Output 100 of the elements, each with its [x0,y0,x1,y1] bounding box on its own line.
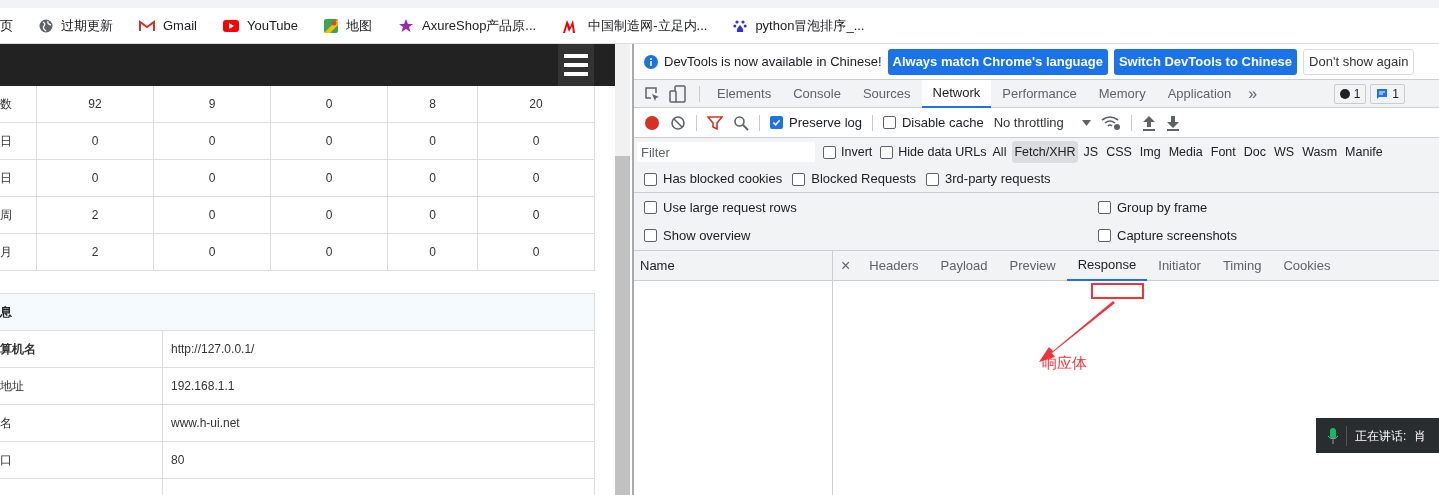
highlight-frame [1091,283,1144,299]
table-cell: 0 [478,197,595,233]
table-cell-text: 80 [170,452,185,469]
more-tabs-button[interactable]: » [1242,81,1264,106]
table-cell: 20 [478,86,595,122]
record-icon[interactable] [644,114,660,131]
devtools-tab[interactable]: Console [782,79,852,108]
type-filter[interactable]: Media [1166,141,1205,163]
type-filter[interactable]: WS [1272,141,1297,163]
checkbox-label: Use large request rows [663,198,797,217]
table-cell-text: 192.168.1.1 [170,378,235,395]
table-cell: 9 [154,86,271,122]
checkbox[interactable] [792,172,806,186]
table-cell: 0 [154,160,271,196]
filter-field[interactable]: Filter [637,142,815,162]
device-icon[interactable] [669,84,687,103]
devtools-tab[interactable]: Network [921,79,992,108]
type-filter[interactable]: Wasm [1300,141,1340,163]
caret-icon [1081,119,1091,126]
speaker-name: 肖 [1414,427,1427,445]
filter-icon[interactable] [707,114,723,131]
type-filter[interactable]: Doc [1241,141,1268,163]
type-filter[interactable]: Manife [1343,141,1385,163]
menu-icon[interactable] [558,44,594,86]
throttling-dropdown[interactable]: No throttling [993,112,1091,133]
checkbox[interactable] [644,229,657,243]
table-cell: 0 [154,197,271,233]
table-cell: 口 [0,442,163,478]
map-icon [324,18,339,33]
detail-tab[interactable]: Initiator [1147,250,1212,281]
detail-tab[interactable]: Cookies [1272,250,1342,281]
detail-tab[interactable]: Timing [1211,250,1273,281]
inspect-icon[interactable] [644,85,660,102]
bookmark[interactable]: 中国制造网-立足内... [562,15,708,36]
infobar-button[interactable]: Switch DevTools to Chinese [1113,48,1298,75]
bookmark[interactable]: 过期更新 [39,15,113,36]
search-icon[interactable] [733,114,749,131]
table-cell: 0 [271,123,388,159]
checkbox[interactable] [1098,200,1111,214]
table-cell: 日 [0,160,37,196]
table-cell: 0 [388,160,478,196]
bookmark[interactable]: Gmail [139,15,197,36]
table-cell: 0 [271,234,388,270]
bookmark[interactable]: AxureShop产品原... [398,15,537,36]
type-filter[interactable]: Img [1137,141,1163,163]
checkbox-label: Invert [841,143,873,161]
bookmark[interactable]: 页 [0,15,13,36]
table-cell-text: http://127.0.0.1/ [170,341,255,358]
table-cell: 0 [478,234,595,270]
messages-counter[interactable]: 1 [1370,83,1405,104]
checkbox[interactable] [880,145,894,159]
checkbox[interactable] [926,172,939,186]
checkbox[interactable] [644,200,657,214]
errors-counter[interactable]: 1 [1333,83,1367,104]
bookmark[interactable]: YouTube [222,15,299,36]
detail-tab[interactable]: Payload [929,250,999,281]
infobar-button[interactable]: Always match Chrome's language [887,48,1108,75]
message-icon [1376,87,1389,100]
clear-icon[interactable] [670,114,686,131]
table-cell-text: www.h-ui.net [170,415,240,432]
detail-tab[interactable]: Headers [858,250,930,281]
devtools-tab[interactable]: Performance [991,79,1088,108]
detail-tab[interactable]: Response [1066,250,1148,281]
table-cell: 0 [478,123,595,159]
checkbox[interactable] [770,116,783,129]
devtools-tab[interactable]: Memory [1087,79,1157,108]
table-cell: 8 [388,86,478,122]
type-filter[interactable]: CSS [1104,141,1134,163]
info-icon [644,54,658,69]
globe-icon [39,18,53,33]
devtools-tab[interactable]: Elements [706,79,783,108]
type-filter[interactable]: Fetch/XHR [1012,141,1078,163]
checkbox[interactable] [823,145,836,159]
type-filter[interactable]: JS [1081,141,1101,163]
play-icon [222,19,239,32]
table-cell: 2 [37,197,154,233]
devtools-tab[interactable]: Application [1156,79,1243,108]
close-button[interactable]: × [841,253,851,278]
checkbox[interactable] [1098,229,1111,243]
scrollbar[interactable] [615,44,630,495]
table-cell: 周 [0,197,37,233]
type-filter[interactable]: Font [1208,141,1238,163]
checkbox[interactable] [644,172,657,186]
type-filter[interactable]: All [990,141,1009,163]
infobar-button[interactable]: Don't show again [1303,48,1415,75]
checkbox-label: Has blocked cookies [663,170,783,189]
download-icon[interactable] [1165,114,1180,131]
bookmark[interactable]: python冒泡排序_... [733,15,865,36]
bookmark[interactable]: 地图 [324,15,373,36]
table-cell: 0 [271,86,388,122]
detail-tab[interactable]: Preview [998,250,1067,281]
mail-icon [139,19,155,32]
table-cell: 0 [478,160,595,196]
upload-icon[interactable] [1141,114,1156,131]
checkbox[interactable] [883,116,896,129]
network-conditions-icon[interactable] [1100,114,1121,131]
devtools-tab[interactable]: Sources [851,79,922,108]
table-cell: 0 [154,234,271,270]
column-header: Name [634,251,832,281]
table-cell: 算机名 [0,331,163,367]
